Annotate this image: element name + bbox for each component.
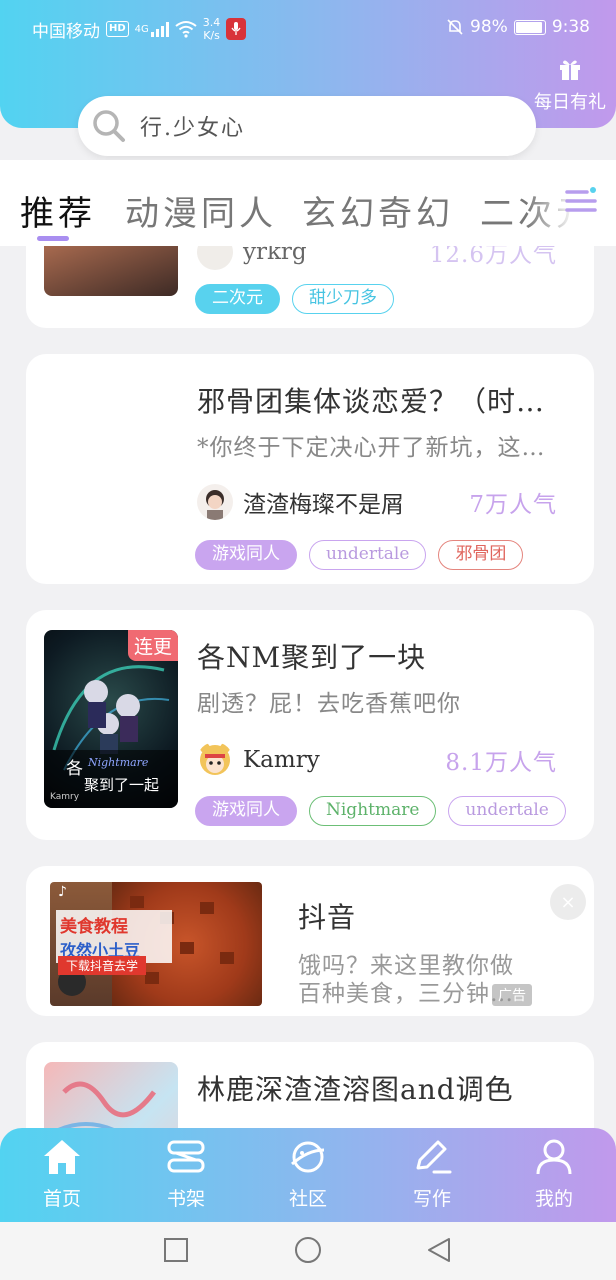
ad-image-text: 下载抖音去学 [58,956,147,975]
carrier-name: 中国移动 [32,21,100,42]
book-card[interactable]: 各 Nightmare 聚到了一起 Kamry 连更 各NM聚到了一块 剧透？屁… [26,610,594,840]
tiktok-icon: ♪ [58,884,67,900]
battery-icon [513,19,546,35]
book-card[interactable]: yrkrg 12.6万人气 二次元 甜少刀多 [26,246,594,328]
search-icon [93,110,125,142]
author-avatar [197,484,233,520]
tab-recommend[interactable]: 推荐 [20,186,96,235]
popularity: 12.6万人气 [429,246,557,268]
nav-bookshelf[interactable]: 书架 [146,1138,226,1211]
hd-badge: HD [106,21,129,37]
ad-card[interactable]: ♪ 美食教程 孜然小土豆 下载抖音去学 抖音 饿吗？来这里教你做 百种美食，三分… [26,866,594,1016]
network-type: 4G [134,23,149,35]
author-name: Kamry [243,747,320,773]
ad-close-button[interactable]: × [550,884,586,920]
nav-profile[interactable]: 我的 [514,1138,594,1211]
book-cover [44,1062,178,1128]
network-speed: 3.4 K/s [203,16,221,42]
bookshelf-icon [167,1140,205,1173]
nav-label: 书架 [166,1188,205,1210]
author-avatar [197,742,233,778]
ad-description-line: 饿吗？来这里教你做 [298,953,514,979]
book-feed: yrkrg 12.6万人气 二次元 甜少刀多 邪骨团集体谈恋爱？（时… *你终于… [0,246,616,1128]
book-title: 各NM聚到了一块 [197,641,427,674]
wifi-icon [175,21,197,38]
tag[interactable]: 二次元 [195,284,280,314]
author-name: 渣渣梅璨不是屑 [243,492,404,518]
tag[interactable]: undertale [448,796,566,826]
tag-list: 游戏同人 undertale 邪骨团 [195,540,524,570]
nav-write[interactable]: 写作 [392,1138,472,1211]
book-cover [44,246,178,296]
pen-icon [416,1140,452,1174]
battery-percent: 98% [470,17,508,37]
speed-unit: K/s [203,29,220,42]
home-button-icon[interactable] [293,1236,323,1266]
cover-text: 聚到了一起 [84,776,160,794]
search-bar[interactable]: 行.少女心 [78,96,536,156]
system-navigation-bar [0,1222,616,1280]
recent-apps-icon[interactable] [162,1236,190,1264]
tag[interactable]: 邪骨团 [438,540,524,570]
book-title: 邪骨团集体谈恋爱？（时… [197,385,546,418]
clock: 9:38 [551,17,590,37]
search-text: 行.少女心 [140,116,245,141]
planet-icon [291,1141,325,1173]
serial-badge: 连更 [127,630,178,661]
nav-label: 写作 [412,1188,451,1210]
mute-bell-icon [447,19,463,35]
book-title: 林鹿深渣渣溶图and调色 [197,1073,514,1106]
popularity: 7万人气 [469,492,557,518]
book-cover [44,380,178,558]
nav-label: 我的 [534,1188,573,1210]
book-card[interactable]: 邪骨团集体谈恋爱？（时… *你终于下定决心开了新坑，这… 渣渣梅璨不是屑 7万人… [26,354,594,584]
author-row: Kamry 8.1万人气 [197,740,557,780]
tab-anime-fanfic[interactable]: 动漫同人 [125,186,277,235]
tag[interactable]: 甜少刀多 [292,284,394,314]
category-tabs: 推荐 动漫同人 玄幻奇幻 二次元 [0,160,616,246]
ad-title: 抖音 [298,901,357,934]
tab-fantasy[interactable]: 玄幻奇幻 [302,186,454,235]
status-bar: 中国移动 HD 4G 3.4 K/s 98% 9:38 [0,0,616,56]
tag[interactable]: 游戏同人 [195,540,297,570]
author-name: yrkrg [243,246,307,265]
popularity: 8.1万人气 [445,750,557,776]
speed-value: 3.4 [202,16,221,29]
author-row: 渣渣梅璨不是屑 7万人气 [197,482,557,522]
ad-badge: 广告 [492,984,532,1006]
tab-indicator [37,236,69,241]
back-icon[interactable] [425,1236,453,1264]
category-menu-icon[interactable] [564,186,598,216]
book-description: *你终于下定决心开了新坑，这… [197,435,546,461]
bottom-navigation: 首页 书架 社区 写作 我的 [0,1128,616,1222]
nav-home[interactable]: 首页 [22,1138,102,1211]
author-row: yrkrg 12.6万人气 [197,246,557,272]
home-icon [44,1140,80,1174]
nav-label: 社区 [288,1188,327,1210]
tag[interactable]: 游戏同人 [195,796,297,826]
cover-text: Nightmare [88,756,149,769]
tag-list: 游戏同人 Nightmare undertale [195,796,566,826]
tag-list: 二次元 甜少刀多 [195,284,394,314]
gift-icon [560,60,580,80]
book-cover: 各 Nightmare 聚到了一起 Kamry 连更 [44,630,178,808]
cover-text: 各 [66,759,83,779]
cover-credit: Kamry [50,792,80,802]
user-icon [536,1139,572,1175]
daily-gift-label: 每日有礼 [534,92,606,113]
tag[interactable]: undertale [309,540,427,570]
book-card[interactable]: 林鹿深渣渣溶图and调色 [26,1042,594,1128]
tag[interactable]: Nightmare [309,796,437,826]
ad-image-text: 美食教程 [60,917,128,937]
daily-gift-button[interactable]: 每日有礼 [524,56,616,114]
nav-community[interactable]: 社区 [268,1138,348,1211]
author-avatar [197,246,233,270]
signal-icon [150,21,169,37]
ad-image: ♪ 美食教程 孜然小土豆 下载抖音去学 [50,882,262,1006]
nav-label: 首页 [42,1188,81,1210]
microphone-icon [226,18,247,40]
book-description: 剧透？屁！去吃香蕉吧你 [197,691,461,717]
